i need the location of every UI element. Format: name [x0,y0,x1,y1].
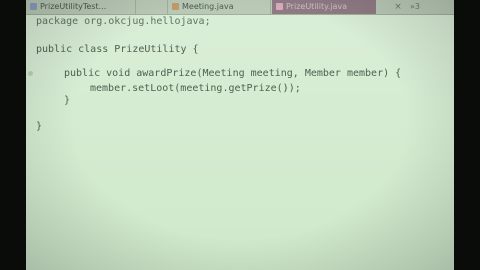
close-icon[interactable]: × [391,0,405,14]
tab-meeting-java[interactable]: Meeting.java [167,0,271,14]
tab-label: Meeting.java [182,2,234,11]
code-line-class-close: } [36,121,43,132]
code-text: member.setLoot(meeting.getPrize( [90,83,283,94]
tab-prize-utility-test[interactable]: PrizeUtilityTest... [26,0,136,14]
override-marker-icon [28,71,33,76]
code-line-method-close: } [64,95,71,106]
java-test-file-icon [30,3,37,10]
code-line-method-body: member.setLoot(meeting.getPrize()); [38,83,301,95]
editor-tab-bar: PrizeUtilityTest... Meeting.java PrizeUt… [26,0,454,15]
tab-prize-utility-java[interactable]: PrizeUtility.java [272,0,376,14]
code-editor[interactable]: package org.okcjug.hellojava; public cla… [26,15,454,270]
ide-window: PrizeUtilityTest... Meeting.java PrizeUt… [26,0,454,270]
code-line-method-declaration: public void awardPrize(Meeting meeting, … [64,68,402,79]
java-class-file-icon [172,3,179,10]
tab-overflow-button[interactable]: »3 [410,0,430,14]
code-line-package: package org.okcjug.hellojava; [36,16,211,27]
java-class-file-icon [276,3,283,10]
code-line-class-declaration: public class PrizeUtility { [36,44,199,55]
tab-label: PrizeUtilityTest... [40,2,107,11]
tab-label: PrizeUtility.java [286,2,348,11]
code-text: ); [288,83,301,94]
